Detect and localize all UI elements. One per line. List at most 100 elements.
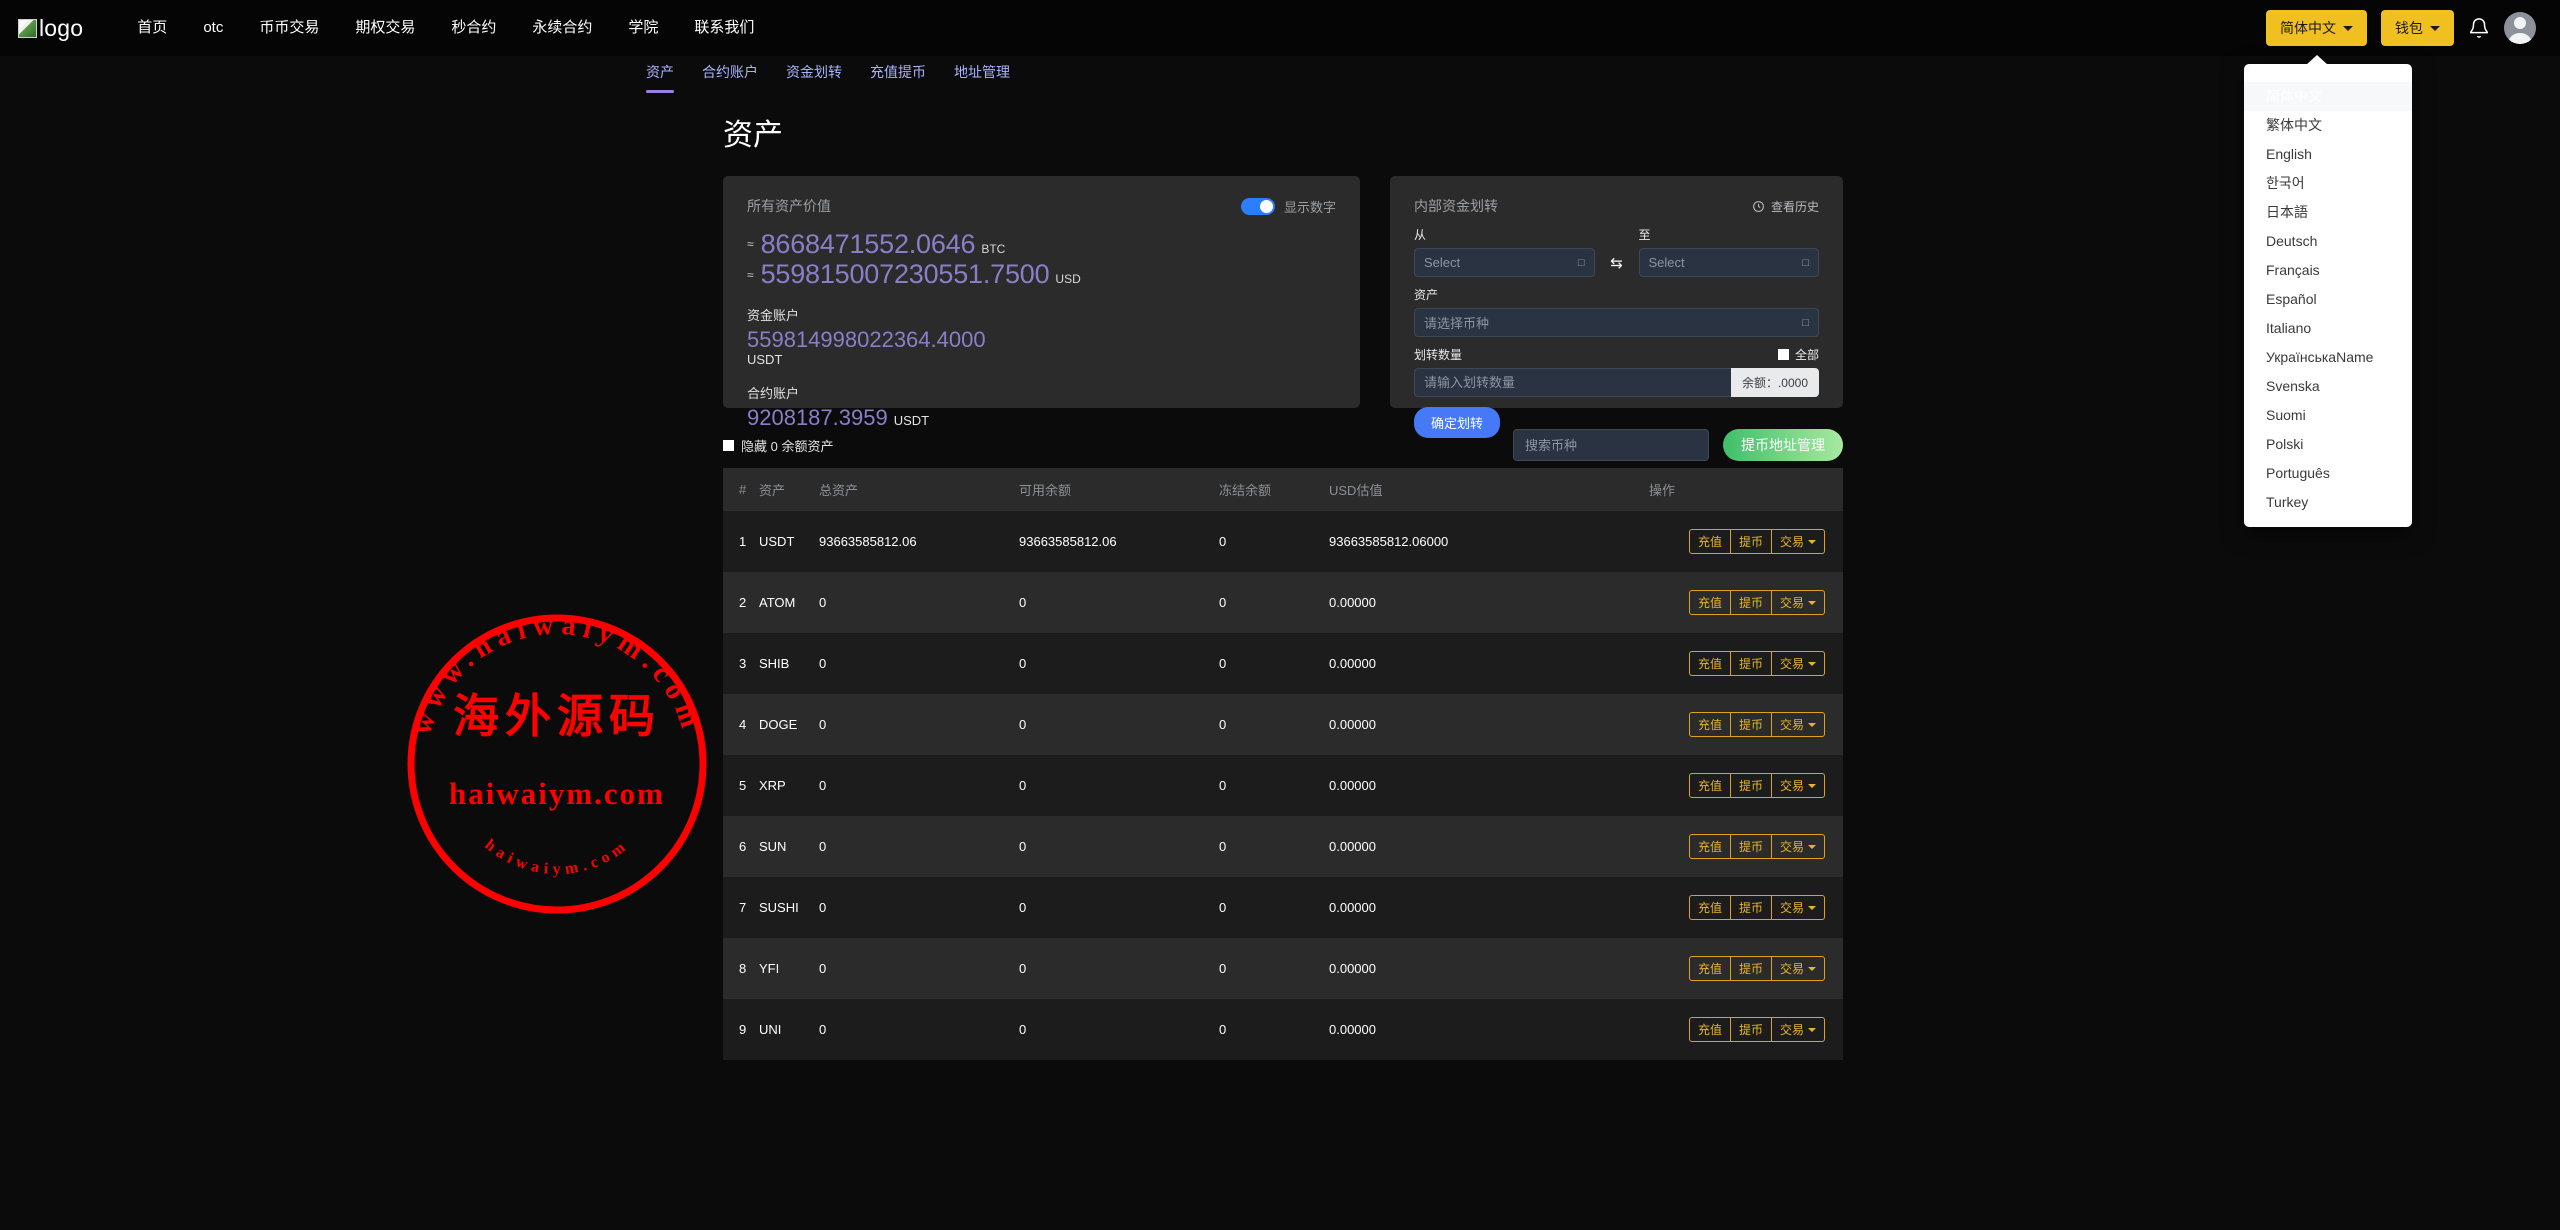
table-row[interactable]: 6 SUN 0 0 0 0.00000 充值 提币 交易 xyxy=(723,816,1843,877)
deposit-button[interactable]: 充值 xyxy=(1689,773,1731,798)
language-selector-button[interactable]: 简体中文 xyxy=(2266,10,2367,46)
row-action-group: 充值 提币 交易 xyxy=(1689,773,1825,798)
transfer-to-value: Select xyxy=(1649,255,1685,270)
table-row[interactable]: 4 DOGE 0 0 0 0.00000 充值 提币 交易 xyxy=(723,694,1843,755)
trade-dropdown-button[interactable]: 交易 xyxy=(1771,1017,1825,1042)
deposit-button[interactable]: 充值 xyxy=(1689,834,1731,859)
deposit-button[interactable]: 充值 xyxy=(1689,895,1731,920)
lang-option-tr[interactable]: Turkey xyxy=(2244,488,2412,517)
withdraw-button[interactable]: 提币 xyxy=(1730,1017,1772,1042)
nav-link-spot[interactable]: 币币交易 xyxy=(241,0,337,56)
cell-index: 6 xyxy=(723,816,759,877)
lang-option-ko[interactable]: 한국어 xyxy=(2244,169,2412,198)
tab-deposit-withdraw[interactable]: 充值提币 xyxy=(856,56,940,82)
table-row[interactable]: 1 USDT 93663585812.06 93663585812.06 0 9… xyxy=(723,511,1843,572)
transfer-all-checkbox-group[interactable]: 全部 xyxy=(1778,346,1819,363)
transfer-amount-input[interactable] xyxy=(1414,368,1731,397)
withdraw-button[interactable]: 提币 xyxy=(1730,956,1772,981)
withdraw-button[interactable]: 提币 xyxy=(1730,712,1772,737)
withdraw-button[interactable]: 提币 xyxy=(1730,834,1772,859)
lang-option-uk[interactable]: УкраїнськаName xyxy=(2244,343,2412,372)
transfer-asset-select[interactable]: 请选择币种 □ xyxy=(1414,308,1819,337)
transfer-all-checkbox[interactable] xyxy=(1778,349,1789,360)
deposit-button[interactable]: 充值 xyxy=(1689,529,1731,554)
nav-link-perpetual[interactable]: 永续合约 xyxy=(514,0,610,56)
transfer-from-select[interactable]: Select □ xyxy=(1414,248,1595,277)
nav-link-seconds[interactable]: 秒合约 xyxy=(433,0,514,56)
language-selector-label: 简体中文 xyxy=(2280,18,2336,38)
show-numbers-toggle-group[interactable]: 显示数字 xyxy=(1241,197,1336,216)
hide-zero-balance-label: 隐藏 0 余额资产 xyxy=(741,436,833,455)
cell-frozen: 0 xyxy=(1219,999,1329,1060)
trade-dropdown-button[interactable]: 交易 xyxy=(1771,834,1825,859)
lang-option-es[interactable]: Español xyxy=(2244,285,2412,314)
cell-actions: 充值 提币 交易 xyxy=(1649,816,1843,877)
avatar[interactable] xyxy=(2504,12,2536,44)
lang-option-en[interactable]: English xyxy=(2244,140,2412,169)
hide-zero-balance-checkbox-group[interactable]: 隐藏 0 余额资产 xyxy=(723,436,833,455)
nav-link-contact[interactable]: 联系我们 xyxy=(676,0,772,56)
withdraw-button[interactable]: 提币 xyxy=(1730,651,1772,676)
trade-dropdown-button[interactable]: 交易 xyxy=(1771,895,1825,920)
tab-address-management[interactable]: 地址管理 xyxy=(940,56,1024,82)
trade-dropdown-button[interactable]: 交易 xyxy=(1771,651,1825,676)
chevron-down-icon xyxy=(1808,1028,1816,1032)
tab-assets[interactable]: 资产 xyxy=(632,56,688,82)
lang-option-ja[interactable]: 日本語 xyxy=(2244,198,2412,227)
nav-link-home[interactable]: 首页 xyxy=(119,0,185,56)
site-logo[interactable]: logo xyxy=(18,15,83,42)
deposit-button[interactable]: 充值 xyxy=(1689,590,1731,615)
chevron-down-icon xyxy=(1808,540,1816,544)
table-row[interactable]: 2 ATOM 0 0 0 0.00000 充值 提币 交易 xyxy=(723,572,1843,633)
withdraw-button[interactable]: 提币 xyxy=(1730,895,1772,920)
bell-icon[interactable] xyxy=(2468,17,2490,39)
table-row[interactable]: 3 SHIB 0 0 0 0.00000 充值 提币 交易 xyxy=(723,633,1843,694)
chevron-down-icon xyxy=(1808,723,1816,727)
hide-zero-balance-checkbox[interactable] xyxy=(723,440,734,451)
trade-dropdown-button[interactable]: 交易 xyxy=(1771,712,1825,737)
lang-option-de[interactable]: Deutsch xyxy=(2244,227,2412,256)
lang-option-zh-tw[interactable]: 繁体中文 xyxy=(2244,111,2412,140)
deposit-button[interactable]: 充值 xyxy=(1689,1017,1731,1042)
cell-actions: 充值 提币 交易 xyxy=(1649,633,1843,694)
deposit-button[interactable]: 充值 xyxy=(1689,712,1731,737)
nav-link-otc[interactable]: otc xyxy=(185,0,241,56)
trade-dropdown-button[interactable]: 交易 xyxy=(1771,590,1825,615)
cell-asset: SHIB xyxy=(759,633,819,694)
lang-option-fr[interactable]: Français xyxy=(2244,256,2412,285)
view-history-link[interactable]: 查看历史 xyxy=(1752,198,1819,215)
lang-option-zh-cn[interactable]: 简体中文 xyxy=(2244,82,2412,111)
lang-option-sv[interactable]: Svenska xyxy=(2244,372,2412,401)
lang-option-fi[interactable]: Suomi xyxy=(2244,401,2412,430)
withdraw-button[interactable]: 提币 xyxy=(1730,590,1772,615)
table-row[interactable]: 8 YFI 0 0 0 0.00000 充值 提币 交易 xyxy=(723,938,1843,999)
trade-dropdown-button[interactable]: 交易 xyxy=(1771,529,1825,554)
cell-total: 0 xyxy=(819,572,1019,633)
nav-link-academy[interactable]: 学院 xyxy=(610,0,676,56)
withdraw-button[interactable]: 提币 xyxy=(1730,529,1772,554)
cell-available: 93663585812.06 xyxy=(1019,511,1219,572)
show-numbers-toggle[interactable] xyxy=(1241,198,1275,215)
withdraw-button[interactable]: 提币 xyxy=(1730,773,1772,798)
trade-dropdown-button[interactable]: 交易 xyxy=(1771,956,1825,981)
tab-fund-transfer[interactable]: 资金划转 xyxy=(772,56,856,82)
wallet-button[interactable]: 钱包 xyxy=(2381,10,2454,46)
tab-contract-account[interactable]: 合约账户 xyxy=(688,56,772,82)
cell-total: 0 xyxy=(819,816,1019,877)
deposit-button[interactable]: 充值 xyxy=(1689,651,1731,676)
deposit-button[interactable]: 充值 xyxy=(1689,956,1731,981)
lang-option-pl[interactable]: Polski xyxy=(2244,430,2412,459)
trade-dropdown-button[interactable]: 交易 xyxy=(1771,773,1825,798)
lang-option-pt[interactable]: Português xyxy=(2244,459,2412,488)
transfer-amount-field: 划转数量 全部 余额：.0000 xyxy=(1414,346,1819,397)
transfer-from-value: Select xyxy=(1424,255,1460,270)
table-row[interactable]: 7 SUSHI 0 0 0 0.00000 充值 提币 交易 xyxy=(723,877,1843,938)
table-row[interactable]: 5 XRP 0 0 0 0.00000 充值 提币 交易 xyxy=(723,755,1843,816)
cell-usd-value: 0.00000 xyxy=(1329,755,1649,816)
lang-option-it[interactable]: Italiano xyxy=(2244,314,2412,343)
swap-arrows-icon[interactable]: ⇆ xyxy=(1595,254,1639,277)
nav-link-options[interactable]: 期权交易 xyxy=(337,0,433,56)
table-row[interactable]: 9 UNI 0 0 0 0.00000 充值 提币 交易 xyxy=(723,999,1843,1060)
transfer-to-select[interactable]: Select □ xyxy=(1639,248,1820,277)
confirm-transfer-button[interactable]: 确定划转 xyxy=(1414,407,1500,438)
